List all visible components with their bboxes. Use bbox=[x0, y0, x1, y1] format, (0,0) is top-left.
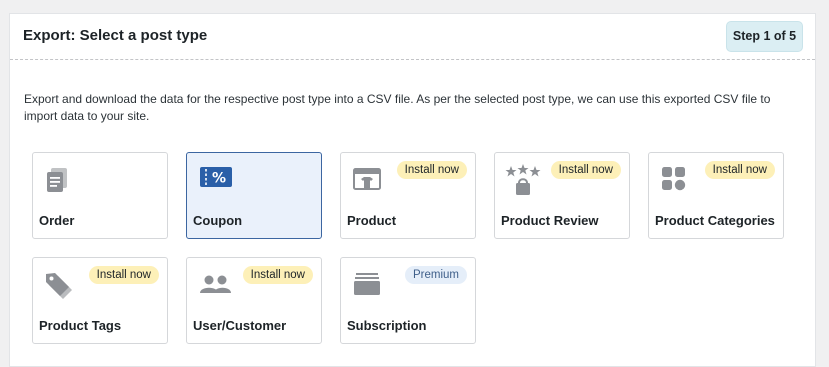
install-now-badge[interactable]: Install now bbox=[396, 161, 467, 179]
post-type-card-subscription[interactable]: Premium Subscription bbox=[340, 257, 476, 344]
card-label: Product Categories bbox=[655, 213, 775, 228]
product-icon bbox=[351, 164, 381, 194]
post-type-card-product-tags[interactable]: Install now Product Tags bbox=[32, 257, 168, 344]
install-now-badge[interactable]: Install now bbox=[242, 266, 313, 284]
post-type-card-order[interactable]: Order bbox=[32, 152, 168, 239]
description-text: Export and download the data for the res… bbox=[24, 92, 771, 123]
subscription-icon bbox=[351, 269, 381, 299]
install-now-badge[interactable]: Install now bbox=[550, 161, 621, 179]
post-type-card-product-categories[interactable]: Install now Product Categories bbox=[648, 152, 784, 239]
card-label: Subscription bbox=[347, 318, 427, 333]
order-icon bbox=[43, 164, 73, 194]
install-now-badge[interactable]: Install now bbox=[704, 161, 775, 179]
card-label: Product bbox=[347, 213, 397, 228]
card-label: Product Review bbox=[501, 213, 599, 228]
svg-text:%: % bbox=[212, 171, 226, 187]
step-indicator: Step 1 of 5 bbox=[726, 21, 803, 52]
page-title: Export: Select a post type bbox=[23, 27, 208, 44]
card-label: User/Customer bbox=[193, 318, 287, 333]
post-type-card-coupon[interactable]: % Coupon bbox=[186, 152, 322, 239]
user-customer-icon bbox=[197, 269, 231, 299]
coupon-icon: % bbox=[197, 164, 232, 194]
install-now-badge[interactable]: Install now bbox=[88, 266, 159, 284]
card-label: Coupon bbox=[193, 213, 243, 228]
premium-badge: Premium bbox=[404, 266, 467, 284]
product-categories-icon bbox=[659, 164, 689, 194]
export-panel: Export: Select a post type Step 1 of 5 E… bbox=[9, 13, 816, 367]
product-review-icon bbox=[505, 164, 541, 195]
post-type-card-product-review[interactable]: Install now Product Review bbox=[494, 152, 630, 239]
card-label: Order bbox=[39, 213, 75, 228]
post-type-card-product[interactable]: Install now Product bbox=[340, 152, 476, 239]
card-label: Product Tags bbox=[39, 318, 122, 333]
product-tags-icon bbox=[43, 269, 73, 299]
post-type-card-user-customer[interactable]: Install now User/Customer bbox=[186, 257, 322, 344]
panel-header: Export: Select a post type Step 1 of 5 bbox=[10, 14, 815, 60]
